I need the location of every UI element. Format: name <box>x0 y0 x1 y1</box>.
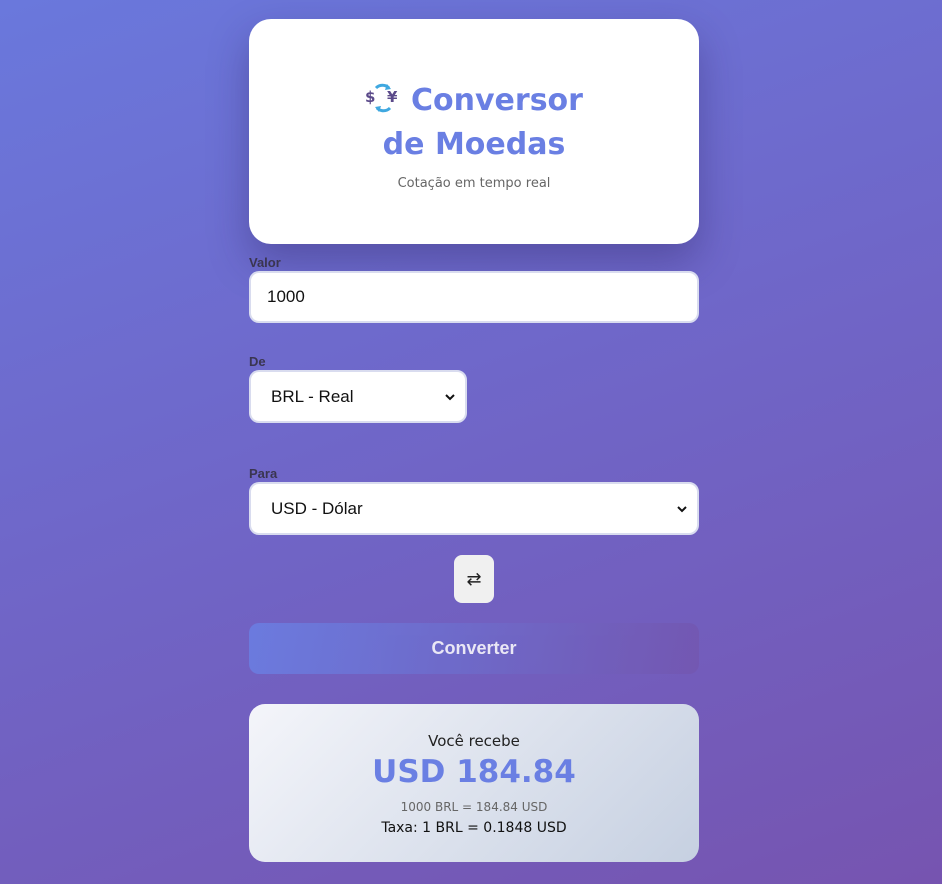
amount-input[interactable]: 1000 <box>249 271 699 323</box>
svg-text:$: $ <box>365 88 375 106</box>
chevron-down-icon <box>445 393 455 400</box>
convert-button[interactable]: Converter <box>249 623 699 674</box>
page-subtitle: Cotação em tempo real <box>397 176 551 191</box>
result-card: Você recebe USD 184.84 1000 BRL = 184.84… <box>249 704 699 862</box>
swap-currencies-button[interactable]: ⇄ <box>454 555 494 603</box>
svg-text:¥: ¥ <box>387 88 398 106</box>
chevron-down-icon <box>677 505 687 512</box>
to-currency-label: Para <box>249 466 278 481</box>
page-title-text: Conversor de Moedas <box>382 83 583 162</box>
to-currency-select[interactable]: USD - Dólar <box>249 482 699 535</box>
amount-input-value: 1000 <box>267 287 305 306</box>
swap-icon: ⇄ <box>466 568 482 590</box>
from-currency-select[interactable]: BRL - Real <box>249 370 467 423</box>
from-currency-value: BRL - Real <box>271 386 354 406</box>
header-card: $ ¥ Conversor de Moedas Cotação em tempo… <box>249 19 699 244</box>
result-label: Você recebe <box>428 732 520 750</box>
amount-label: Valor <box>249 255 281 270</box>
result-amount: USD 184.84 <box>372 754 576 790</box>
page-title: $ ¥ Conversor de Moedas <box>344 79 604 167</box>
exchange-rate: Taxa: 1 BRL = 0.1848 USD <box>381 820 567 836</box>
convert-button-label: Converter <box>431 638 517 658</box>
to-currency-value: USD - Dólar <box>271 498 363 518</box>
from-currency-label: De <box>249 354 266 369</box>
result-detail: 1000 BRL = 184.84 USD <box>400 800 548 814</box>
currency-exchange-icon: $ ¥ <box>365 83 398 113</box>
